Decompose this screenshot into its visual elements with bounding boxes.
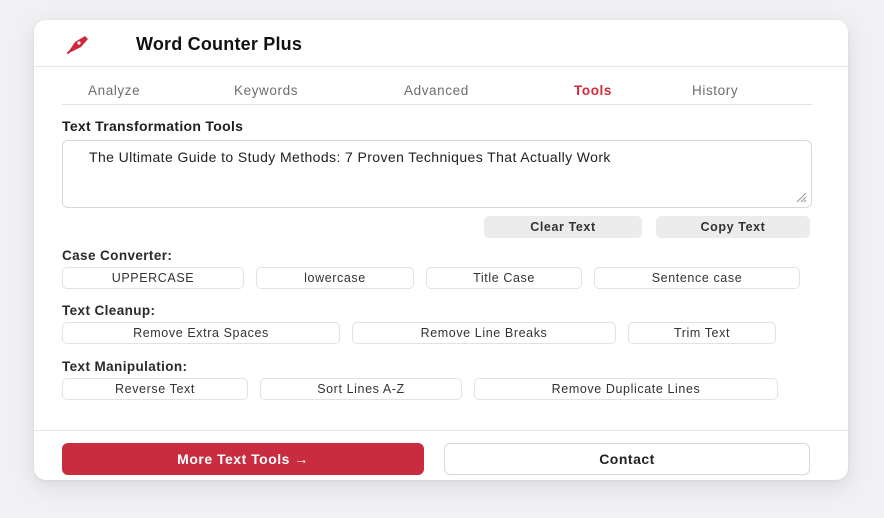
- clear-text-button[interactable]: Clear Text: [484, 216, 642, 238]
- sort-lines-button[interactable]: Sort Lines A-Z: [260, 378, 462, 400]
- text-cleanup-label: Text Cleanup:: [62, 303, 156, 318]
- remove-line-breaks-button[interactable]: Remove Line Breaks: [352, 322, 616, 344]
- resize-handle-icon[interactable]: [795, 191, 807, 203]
- header: Word Counter Plus: [34, 20, 848, 67]
- pen-nib-icon: [67, 36, 88, 54]
- text-input-area[interactable]: The Ultimate Guide to Study Methods: 7 P…: [62, 140, 812, 208]
- tab-bar: Analyze Keywords Advanced Tools History: [62, 80, 812, 105]
- tab-tools[interactable]: Tools: [574, 83, 612, 98]
- more-text-tools-button[interactable]: More Text Tools →: [62, 443, 424, 475]
- tab-keywords[interactable]: Keywords: [234, 83, 298, 98]
- footer-divider: [34, 430, 848, 431]
- section-title: Text Transformation Tools: [62, 118, 244, 134]
- text-input-value[interactable]: The Ultimate Guide to Study Methods: 7 P…: [89, 150, 729, 165]
- lowercase-button[interactable]: lowercase: [256, 267, 414, 289]
- text-manipulation-label: Text Manipulation:: [62, 359, 188, 374]
- remove-extra-spaces-button[interactable]: Remove Extra Spaces: [62, 322, 340, 344]
- sentence-case-button[interactable]: Sentence case: [594, 267, 800, 289]
- copy-text-button[interactable]: Copy Text: [656, 216, 810, 238]
- extension-popup: Word Counter Plus Analyze Keywords Advan…: [34, 20, 848, 480]
- trim-text-button[interactable]: Trim Text: [628, 322, 776, 344]
- title-case-button[interactable]: Title Case: [426, 267, 582, 289]
- tab-advanced[interactable]: Advanced: [404, 83, 469, 98]
- tab-analyze[interactable]: Analyze: [88, 83, 140, 98]
- remove-duplicate-lines-button[interactable]: Remove Duplicate Lines: [474, 378, 778, 400]
- case-converter-label: Case Converter:: [62, 248, 173, 263]
- reverse-text-button[interactable]: Reverse Text: [62, 378, 248, 400]
- app-title: Word Counter Plus: [136, 34, 303, 54]
- uppercase-button[interactable]: UPPERCASE: [62, 267, 244, 289]
- tab-history[interactable]: History: [692, 83, 738, 98]
- contact-button[interactable]: Contact: [444, 443, 810, 475]
